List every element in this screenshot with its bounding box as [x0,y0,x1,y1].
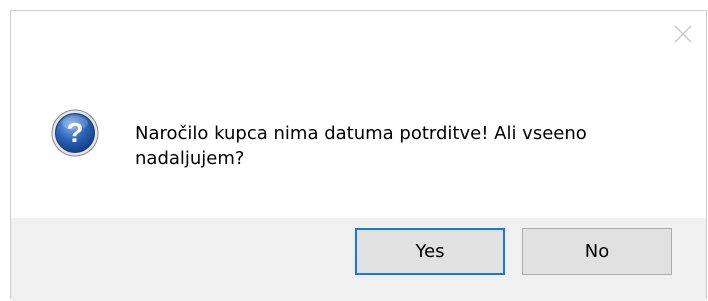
dialog-message: Naročilo kupca nima datuma potrditve! Al… [135,123,587,169]
dialog-content: ? Naročilo kupca nima datuma potrditve! … [11,11,706,218]
no-button[interactable]: No [522,228,672,275]
close-button[interactable] [670,21,696,47]
question-icon: ? [51,109,99,157]
yes-button[interactable]: Yes [355,228,505,275]
close-icon [674,25,692,43]
svg-text:?: ? [66,117,83,148]
